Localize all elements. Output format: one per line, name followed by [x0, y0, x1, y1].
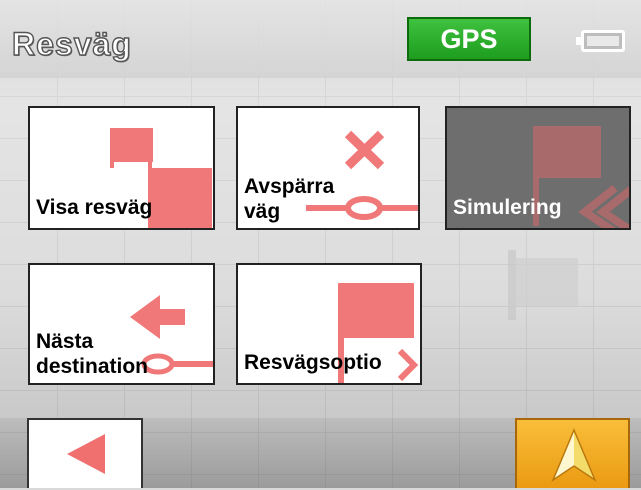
- block-road-button[interactable]: Avspärra väg: [236, 106, 420, 230]
- show-route-label: Visa resväg: [36, 196, 153, 219]
- left-arrow-icon: [67, 434, 105, 474]
- route-options-button[interactable]: Resvägsoptio: [236, 263, 422, 385]
- next-destination-label: Nästa destination: [36, 329, 148, 379]
- back-button[interactable]: [27, 418, 143, 488]
- navigate-button[interactable]: [515, 418, 630, 488]
- battery-level: [587, 36, 619, 46]
- simulation-label: Simulering: [453, 196, 562, 219]
- ghost-map-pole: [508, 250, 516, 320]
- gps-status-button[interactable]: GPS: [407, 17, 531, 61]
- route-options-label: Resvägsoptio: [244, 351, 382, 374]
- next-destination-label-line1: Nästa: [36, 330, 94, 353]
- ghost-map-tile: [516, 258, 578, 306]
- page-title: Resväg: [11, 25, 132, 62]
- next-destination-label-line2: destination: [36, 355, 149, 378]
- battery-icon: [576, 30, 625, 52]
- block-road-label-line2: väg: [244, 200, 281, 223]
- show-route-button[interactable]: Visa resväg: [28, 106, 215, 230]
- block-road-label: Avspärra väg: [244, 174, 334, 224]
- simulation-button[interactable]: Simulering: [445, 106, 631, 230]
- navigation-arrow-icon: [551, 428, 597, 483]
- block-road-label-line1: Avspärra: [244, 175, 335, 198]
- next-destination-button[interactable]: Nästa destination: [28, 263, 215, 385]
